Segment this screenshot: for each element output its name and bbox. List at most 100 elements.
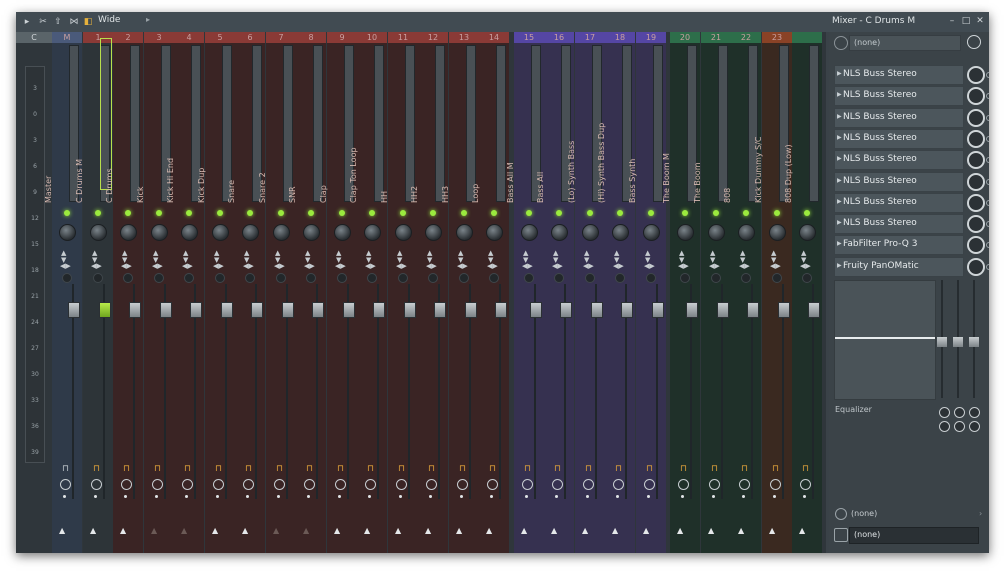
latency-clock-icon[interactable] <box>613 479 624 490</box>
latency-clock-icon[interactable] <box>365 479 376 490</box>
route-icon[interactable]: ⊓ <box>646 464 653 474</box>
fx-enable-led[interactable] <box>986 115 989 121</box>
channel-enable-led[interactable] <box>339 210 345 216</box>
route-icon[interactable]: ⊓ <box>489 464 496 474</box>
expand-icon[interactable]: ▶ <box>837 262 842 269</box>
expand-icon[interactable]: ▶ <box>837 155 842 162</box>
volume-fader[interactable] <box>495 302 507 318</box>
pan-knob[interactable] <box>456 224 473 241</box>
swap-lr-icon[interactable]: ◀▶ <box>613 262 624 270</box>
record-arm-button[interactable] <box>62 273 72 283</box>
send-arrow-icon[interactable]: ▲ <box>181 526 187 535</box>
fx-mix-knob[interactable] <box>967 130 985 148</box>
channel-name[interactable]: (Hi) Synth Bass Dup <box>597 123 619 203</box>
channel-number[interactable]: 11 <box>388 32 418 43</box>
fx-slot[interactable]: ▶ NLS Buss Stereo <box>834 172 964 192</box>
channel-name[interactable]: Clap <box>319 185 341 203</box>
send-arrow-icon[interactable]: ▲ <box>521 526 527 535</box>
mixer-channel[interactable]: 19 Bass Synth ▲ ▼ ◀▶ ⊓ ▲ <box>628 32 666 553</box>
pan-knob[interactable] <box>738 224 755 241</box>
sidechain-icon[interactable] <box>835 508 847 520</box>
fx-enable-led[interactable] <box>986 72 989 78</box>
send-arrow-icon[interactable]: ▲ <box>334 526 340 535</box>
mixer-channel[interactable]: 23 Kick Dummy S/C ▲ ▼ ◀▶ ⊓ ▲ <box>754 32 792 553</box>
channel-number[interactable]: 9 <box>327 32 357 43</box>
channel-number[interactable] <box>792 32 822 43</box>
route-dot[interactable] <box>307 495 310 498</box>
latency-clock-icon[interactable] <box>709 479 720 490</box>
fx-mix-knob[interactable] <box>967 151 985 169</box>
pan-knob[interactable] <box>521 224 538 241</box>
mixer-channel[interactable]: 4 Kick Hi End ▲ ▼ ◀▶ ⊓ ▲ <box>166 32 204 553</box>
route-icon[interactable]: ⊓ <box>215 464 222 474</box>
volume-fader[interactable] <box>808 302 820 318</box>
eq-knob-4[interactable] <box>939 421 950 432</box>
route-icon[interactable]: ⊓ <box>802 464 809 474</box>
volume-fader[interactable] <box>160 302 172 318</box>
pan-knob[interactable] <box>212 224 229 241</box>
swap-lr-icon[interactable]: ◀▶ <box>770 262 781 270</box>
master-tab[interactable]: C <box>16 32 52 43</box>
fx-slot[interactable]: ▶ NLS Buss Stereo <box>834 129 964 149</box>
record-arm-button[interactable] <box>585 273 595 283</box>
route-dot[interactable] <box>712 495 715 498</box>
channel-number[interactable]: 21 <box>701 32 731 43</box>
mixer-channel[interactable]: 15 Bass All M ▲ ▼ ◀▶ ⊓ ▲ <box>506 32 544 553</box>
latency-clock-icon[interactable] <box>274 479 285 490</box>
record-arm-button[interactable] <box>245 273 255 283</box>
pan-knob[interactable] <box>425 224 442 241</box>
channel-name[interactable]: Kick <box>136 187 158 204</box>
fx-slot[interactable]: ▶ NLS Buss Stereo <box>834 150 964 170</box>
latency-clock-icon[interactable] <box>552 479 563 490</box>
channel-name[interactable]: C Drums <box>105 168 127 203</box>
swap-lr-icon[interactable]: ◀▶ <box>583 262 594 270</box>
latency-clock-icon[interactable] <box>304 479 315 490</box>
input-icon[interactable] <box>834 36 848 50</box>
swap-lr-icon[interactable]: ◀▶ <box>800 262 811 270</box>
expand-icon[interactable]: ▶ <box>837 134 842 141</box>
fx-slot[interactable]: ▶ FabFilter Pro-Q 3 <box>834 235 964 255</box>
record-arm-button[interactable] <box>680 273 690 283</box>
route-dot[interactable] <box>525 495 528 498</box>
volume-fader[interactable] <box>251 302 263 318</box>
volume-fader[interactable] <box>530 302 542 318</box>
expand-icon[interactable]: ▶ <box>837 219 842 226</box>
swap-lr-icon[interactable]: ◀▶ <box>304 262 315 270</box>
channel-number[interactable]: 3 <box>144 32 174 43</box>
mixer-channel[interactable]: 13 HH3 ▲ ▼ ◀▶ ⊓ ▲ <box>441 32 479 553</box>
latency-clock-icon[interactable] <box>335 479 346 490</box>
record-arm-button[interactable] <box>276 273 286 283</box>
swap-lr-icon[interactable]: ◀▶ <box>426 262 437 270</box>
layout-icon[interactable]: ◧ <box>82 15 94 29</box>
channel-number[interactable]: 22 <box>731 32 761 43</box>
route-dot[interactable] <box>246 495 249 498</box>
pan-knob[interactable] <box>551 224 568 241</box>
fx-mix-knob[interactable] <box>967 66 985 84</box>
record-arm-button[interactable] <box>802 273 812 283</box>
record-arm-button[interactable] <box>615 273 625 283</box>
channel-number[interactable]: 12 <box>418 32 448 43</box>
record-arm-button[interactable] <box>554 273 564 283</box>
route-icon[interactable]: ⊓ <box>245 464 252 474</box>
latency-clock-icon[interactable] <box>487 479 498 490</box>
channel-name[interactable]: Snare <box>227 180 249 203</box>
channel-name[interactable]: C Drums M <box>75 159 97 203</box>
send-arrow-icon[interactable]: ▲ <box>59 526 65 535</box>
channel-enable-led[interactable] <box>95 210 101 216</box>
mixer-channel[interactable]: M Master ▲ ▼ ◀▶ ⊓ ▲ <box>44 32 82 553</box>
route-dot[interactable] <box>647 495 650 498</box>
volume-fader[interactable] <box>221 302 233 318</box>
channel-number[interactable]: 6 <box>235 32 265 43</box>
route-icon[interactable]: ⊓ <box>459 464 466 474</box>
channel-number[interactable]: 13 <box>449 32 479 43</box>
route-dot[interactable] <box>338 495 341 498</box>
record-arm-button[interactable] <box>367 273 377 283</box>
channel-number[interactable]: 4 <box>174 32 204 43</box>
channel-name[interactable]: Kick Hi End <box>166 158 188 203</box>
route-icon[interactable]: ⊓ <box>680 464 687 474</box>
route-icon[interactable]: ⊓ <box>337 464 344 474</box>
channel-enable-led[interactable] <box>308 210 314 216</box>
route-icon[interactable]: ⊓ <box>741 464 748 474</box>
channel-name[interactable]: Bass All <box>536 172 558 203</box>
channel-name[interactable]: The Boom <box>693 163 715 204</box>
